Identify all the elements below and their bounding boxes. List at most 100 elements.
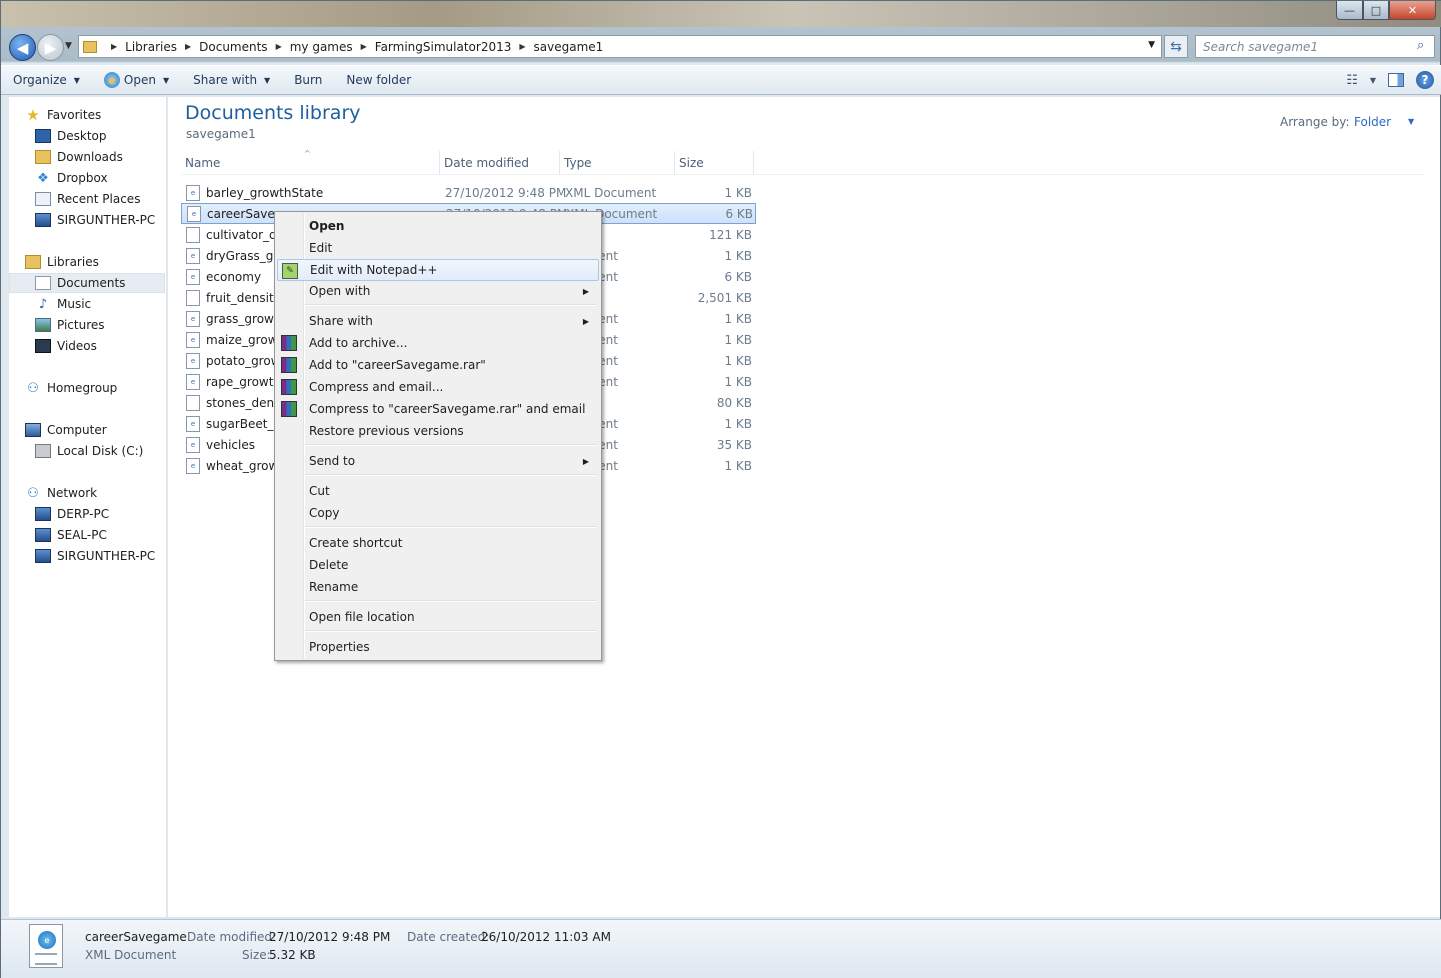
organize-label: Organize	[13, 73, 67, 87]
views-dropdown-icon[interactable]: ▼	[1370, 76, 1376, 85]
menu-item-compress-and-email[interactable]: Compress and email...	[277, 376, 599, 398]
sidebar-item-label: DERP-PC	[57, 507, 110, 521]
sidebar-favorites[interactable]: ★ Favorites	[25, 105, 181, 125]
sidebar-libraries[interactable]: Libraries	[25, 252, 181, 272]
sidebar-item-label: SIRGUNTHER-PC	[57, 213, 156, 227]
new-folder-label: New folder	[346, 73, 412, 87]
menu-item-restore-previous-versions[interactable]: Restore previous versions	[277, 420, 599, 442]
computer-icon	[35, 213, 51, 227]
menu-item-open[interactable]: Open	[277, 215, 599, 237]
title-bar[interactable]: — □ ✕	[1, 1, 1441, 27]
sidebar-item-documents[interactable]: Documents	[9, 273, 165, 293]
forward-arrow-icon: ▶	[44, 38, 57, 57]
menu-item-add-to-rar[interactable]: Add to "careerSavegame.rar"	[277, 354, 599, 376]
menu-item-edit-notepad-plus-plus[interactable]: ✎ Edit with Notepad++	[277, 259, 599, 281]
help-icon[interactable]: ?	[1416, 71, 1434, 89]
forward-button[interactable]: ▶	[37, 34, 64, 61]
date-modified-label: Date modified:	[187, 930, 277, 944]
organize-button[interactable]: Organize ▼	[1, 66, 92, 94]
recent-pages-dropdown[interactable]: ▼	[65, 41, 72, 51]
xml-file-icon: e	[186, 268, 200, 285]
menu-item-create-shortcut[interactable]: Create shortcut	[277, 532, 599, 554]
menu-item-open-file-location[interactable]: Open file location	[277, 606, 599, 628]
open-button[interactable]: e Open ▼	[92, 66, 181, 94]
music-icon: ♪	[38, 296, 48, 312]
menu-item-share-with[interactable]: Share with ▶	[277, 310, 599, 332]
file-size: 35 KB	[716, 437, 752, 452]
breadcrumb-documents[interactable]: Documents	[199, 40, 267, 54]
menu-item-rename[interactable]: Rename	[277, 576, 599, 598]
xml-file-icon: e	[186, 247, 200, 264]
burn-button[interactable]: Burn	[282, 66, 334, 94]
file-row[interactable]: e barley_growthState 27/10/2012 9:48 PM XML…	[181, 182, 756, 203]
column-header-size[interactable]: Size	[675, 151, 754, 175]
chevron-right-icon[interactable]: ▶	[185, 42, 191, 51]
menu-item-send-to[interactable]: Send to ▶	[277, 450, 599, 472]
menu-item-edit[interactable]: Edit	[277, 237, 599, 259]
breadcrumb-farmingsimulator2013[interactable]: FarmingSimulator2013	[375, 40, 512, 54]
library-title: Documents library	[185, 102, 361, 124]
breadcrumb-libraries[interactable]: Libraries	[125, 40, 177, 54]
minimize-button[interactable]: —	[1336, 1, 1363, 20]
chevron-right-icon[interactable]: ▶	[519, 42, 525, 51]
sidebar-computer[interactable]: Computer	[25, 420, 181, 440]
sidebar-item-label: Videos	[57, 339, 97, 353]
menu-item-properties[interactable]: Properties	[277, 636, 599, 658]
xml-file-icon: e	[187, 205, 201, 222]
chevron-right-icon[interactable]: ▶	[111, 42, 117, 51]
file-size: 6 KB	[725, 206, 753, 221]
file-size: 1 KB	[724, 311, 752, 326]
hard-disk-icon	[35, 444, 51, 458]
sidebar-network[interactable]: ⚇ Network	[25, 483, 181, 503]
sidebar-item-label: Desktop	[57, 129, 107, 143]
internet-explorer-icon: e	[103, 72, 120, 88]
address-bar[interactable]: ▶ Libraries ▶ Documents ▶ my games ▶ Farming…	[78, 35, 1162, 58]
breadcrumb-my-games[interactable]: my games	[290, 40, 353, 54]
chevron-right-icon[interactable]: ▶	[361, 42, 367, 51]
navigation-pane: ★ Favorites Desktop Downloads ❖ Dropbox Re…	[9, 97, 167, 917]
share-with-label: Share with	[193, 73, 258, 87]
preview-pane-icon[interactable]	[1388, 73, 1404, 87]
search-input[interactable]: Search savegame1	[1195, 35, 1435, 58]
sidebar-item-label: Documents	[57, 276, 126, 290]
change-view-icon[interactable]: ☷	[1346, 73, 1358, 88]
menu-item-cut[interactable]: Cut	[277, 480, 599, 502]
column-header-date[interactable]: Date modified	[440, 151, 560, 175]
menu-item-open-with[interactable]: Open with ▶	[277, 280, 599, 302]
videos-icon	[35, 339, 51, 353]
explorer-window: — □ ✕ ◀ ▶ ▼ ▶ Libraries ▶ Documents ▶ my ga…	[0, 0, 1441, 978]
menu-item-label: Open with	[309, 284, 371, 298]
downloads-folder-icon	[35, 150, 51, 164]
chevron-right-icon[interactable]: ▶	[276, 42, 282, 51]
sidebar-homegroup[interactable]: ⚇ Homegroup	[25, 378, 181, 398]
menu-item-compress-to-rar-and-email[interactable]: Compress to "careerSavegame.rar" and ema…	[277, 398, 599, 420]
refresh-button[interactable]: ⇆	[1164, 35, 1188, 58]
menu-item-copy[interactable]: Copy	[277, 502, 599, 524]
chevron-down-icon[interactable]: ▼	[1408, 117, 1414, 126]
arrange-by-dropdown[interactable]: Folder	[1354, 115, 1391, 129]
file-size: 1 KB	[724, 353, 752, 368]
chevron-down-icon: ▼	[73, 75, 80, 85]
close-button[interactable]: ✕	[1389, 1, 1436, 20]
share-with-button[interactable]: Share with ▼	[181, 66, 282, 94]
sidebar-item-label: SIRGUNTHER-PC	[57, 549, 156, 563]
sidebar-item-label: Dropbox	[57, 171, 108, 185]
open-label: Open	[123, 73, 156, 87]
documents-icon	[35, 276, 51, 290]
menu-item-delete[interactable]: Delete	[277, 554, 599, 576]
date-created-label: Date created:	[407, 930, 490, 944]
menu-separator	[305, 600, 597, 602]
submenu-arrow-icon: ▶	[582, 286, 589, 296]
column-header-type[interactable]: Type	[560, 151, 675, 175]
details-file-name: careerSavegame	[85, 930, 187, 944]
search-icon[interactable]: ⌕	[1417, 38, 1424, 53]
date-modified-value: 27/10/2012 9:48 PM	[269, 930, 391, 944]
menu-item-add-to-archive[interactable]: Add to archive...	[277, 332, 599, 354]
burn-label: Burn	[294, 73, 323, 87]
back-button[interactable]: ◀	[9, 34, 36, 61]
computer-label: Computer	[47, 423, 107, 437]
new-folder-button[interactable]: New folder	[334, 66, 423, 94]
address-dropdown-icon[interactable]: ▼	[1148, 40, 1155, 50]
breadcrumb-savegame1[interactable]: savegame1	[534, 40, 604, 54]
maximize-button[interactable]: □	[1363, 1, 1389, 20]
